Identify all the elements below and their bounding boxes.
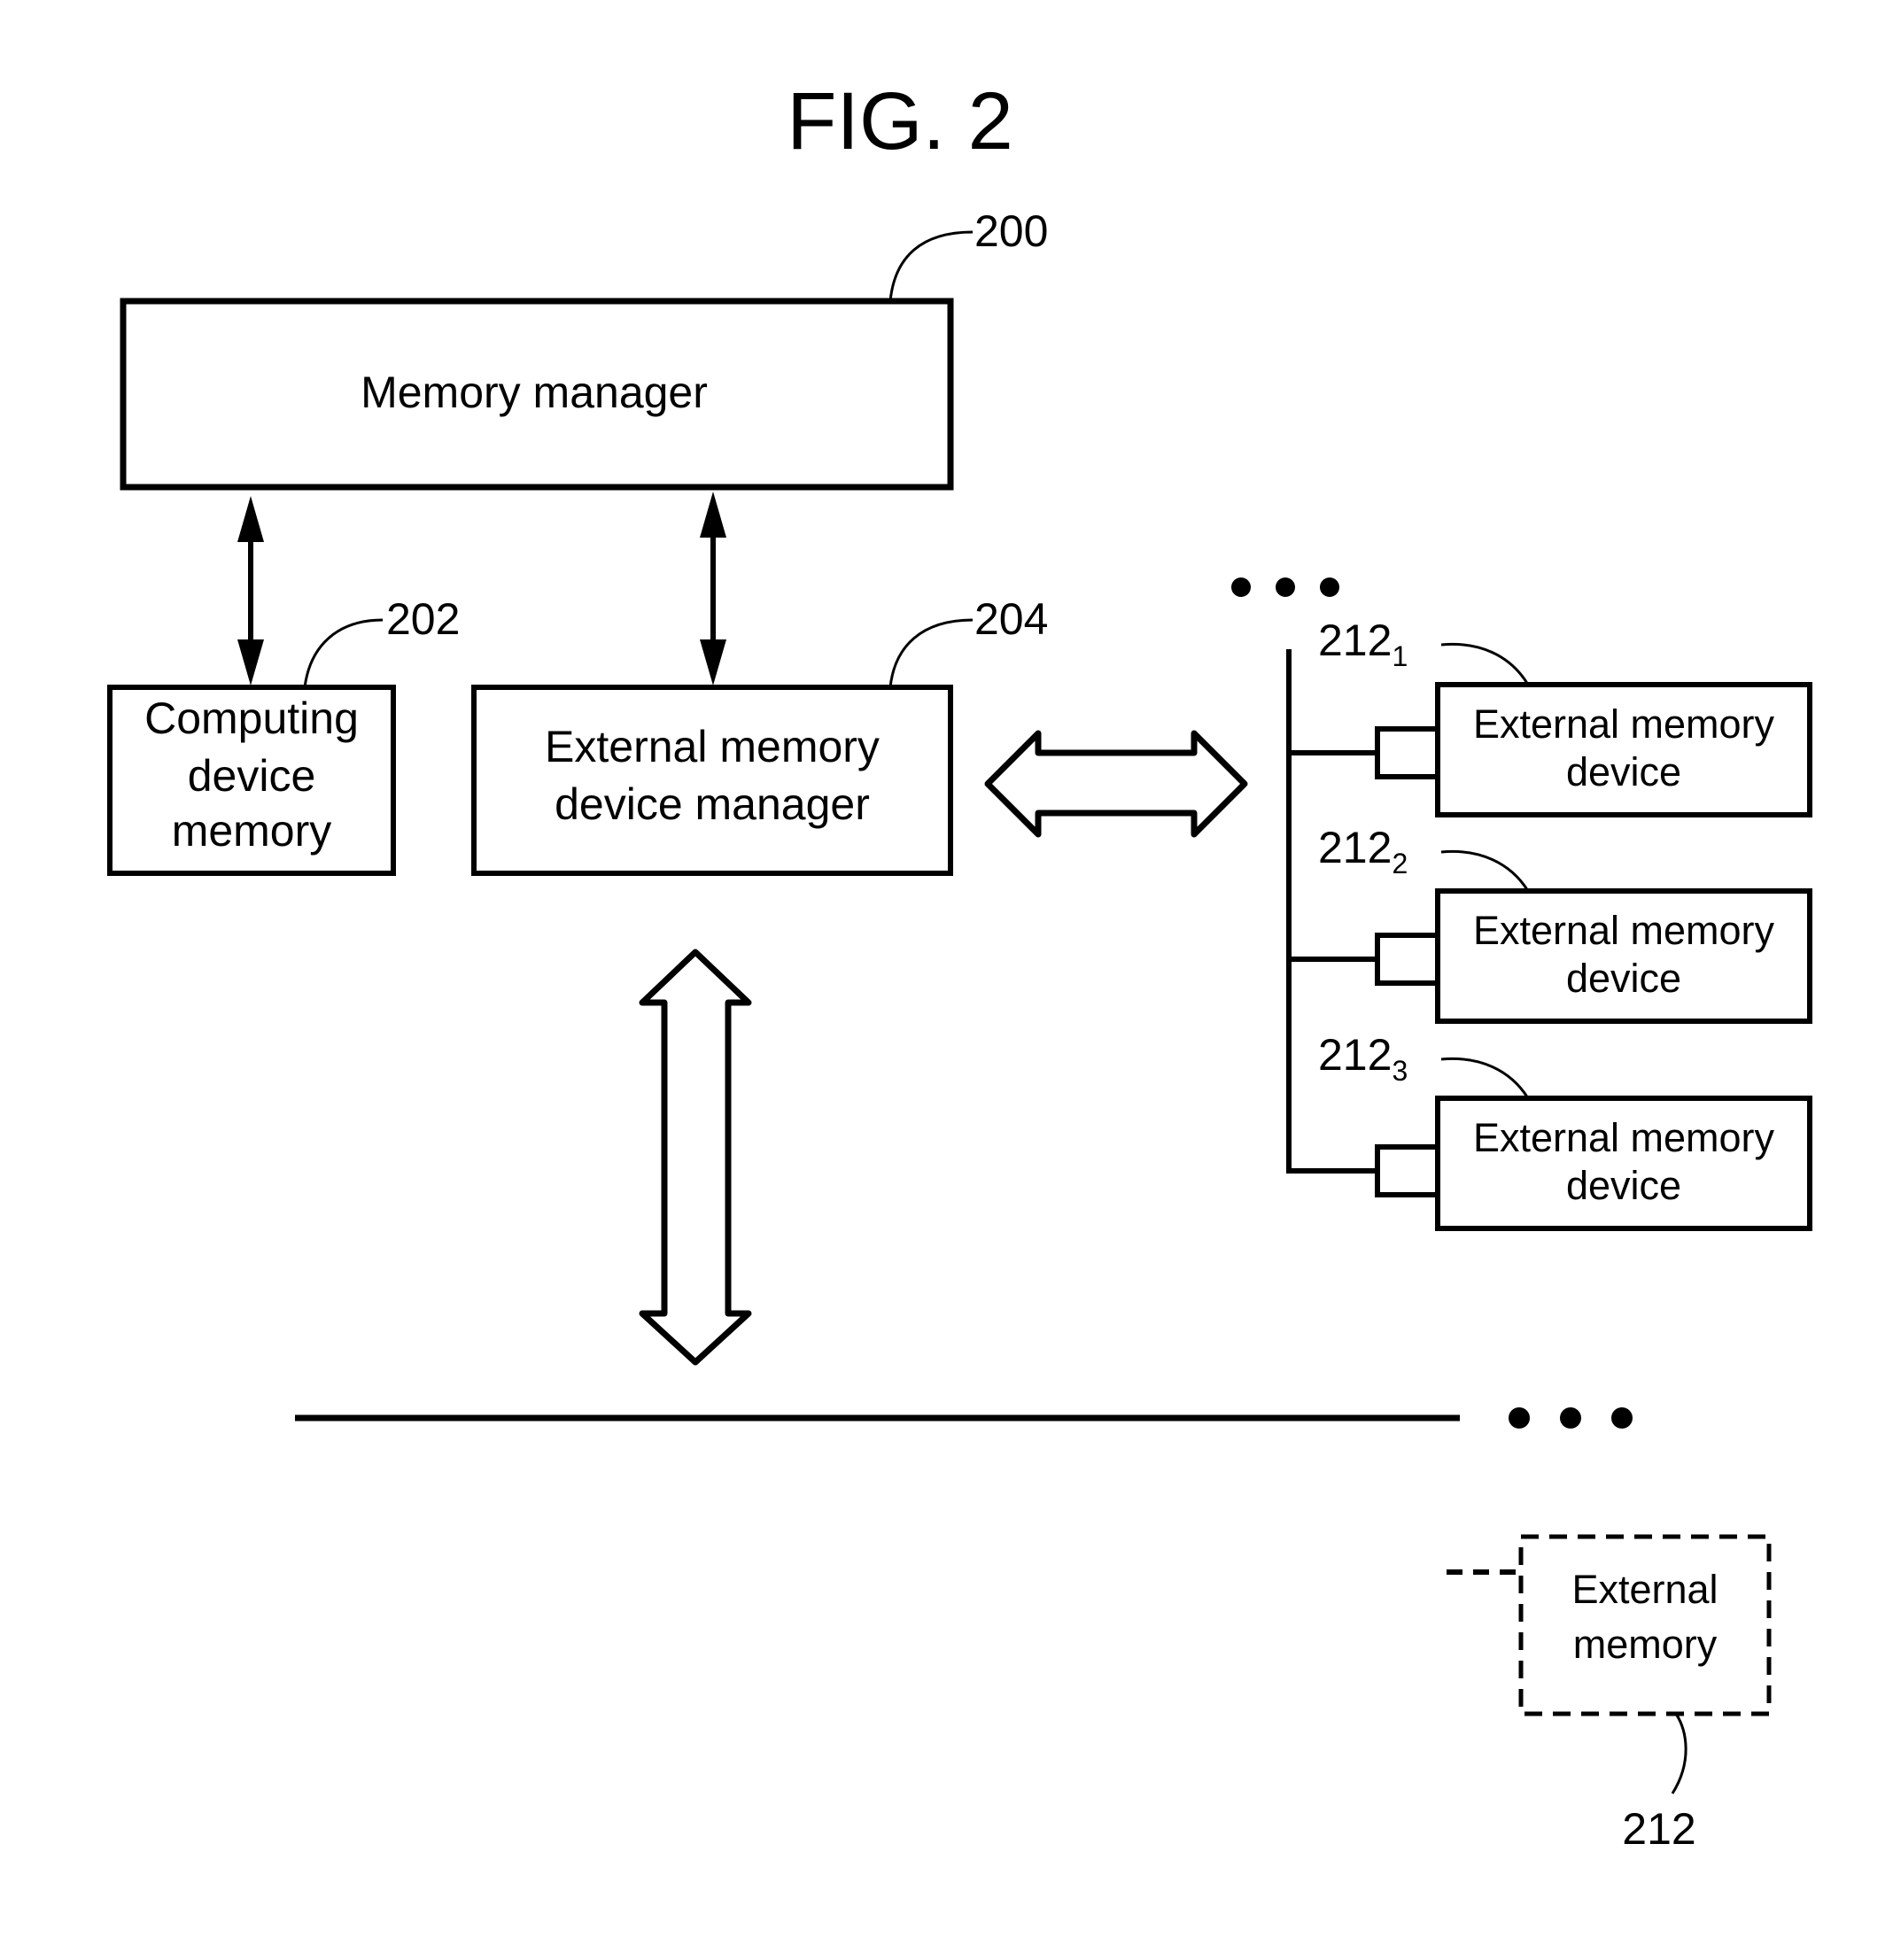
leader-line-204: [888, 618, 974, 688]
emd3-line-1: External memory: [1473, 1115, 1775, 1160]
computing-line-2: device: [188, 751, 316, 801]
external-memory-line-2: memory: [1573, 1622, 1718, 1667]
ref-212-3: 2123: [1318, 1030, 1408, 1087]
figure-title: FIG. 2: [787, 76, 1013, 167]
leader-line-212: [1671, 1713, 1687, 1794]
leader-line-202: [303, 618, 384, 688]
computing-device-memory-node: Computing device memory 202: [107, 594, 460, 876]
block-arrow-vertical: [639, 949, 752, 1366]
leader-line-212-1: [1440, 642, 1530, 686]
memory-manager-label: Memory manager: [361, 368, 708, 417]
emdm-line-1: External memory: [545, 722, 880, 771]
external-memory-line-1: External: [1571, 1567, 1718, 1612]
memory-manager-node: Memory manager 200: [120, 206, 1048, 491]
external-memory-device-2: External memory device 2122: [1289, 823, 1812, 1024]
emdm-line-2: device manager: [555, 779, 870, 829]
arrow-mm-emdm: [700, 492, 726, 686]
emd2-line-2: device: [1566, 956, 1681, 1001]
leader-line-212-2: [1440, 849, 1530, 892]
computing-line-1: Computing: [144, 693, 359, 743]
external-memory-device-1: External memory device 2121: [1289, 616, 1812, 817]
emd1-line-2: device: [1566, 749, 1681, 794]
block-arrow-horizontal: [984, 730, 1248, 838]
ellipsis-top: [1231, 577, 1339, 597]
ref-212: 212: [1622, 1804, 1695, 1854]
external-memory-device-3: External memory device 2123: [1289, 1030, 1812, 1231]
ellipsis-bottom: [1509, 1407, 1633, 1429]
emd1-line-1: External memory: [1473, 701, 1775, 747]
ref-212-2: 2122: [1318, 823, 1408, 879]
arrow-mm-computing: [237, 496, 264, 686]
ref-204: 204: [974, 594, 1048, 644]
emdm-node: External memory device manager 204: [471, 594, 1048, 876]
leader-line-212-3: [1440, 1057, 1530, 1099]
diagram-canvas: FIG. 2 Memory manager 200 Computing devi…: [107, 76, 1812, 1854]
leader-line-200: [888, 230, 974, 302]
external-memory-optional-node: External memory 212: [1518, 1534, 1772, 1854]
emd2-line-1: External memory: [1473, 908, 1775, 953]
ref-202: 202: [386, 594, 460, 644]
emd3-line-2: device: [1566, 1163, 1681, 1208]
computing-line-3: memory: [172, 806, 332, 856]
ref-200: 200: [974, 206, 1048, 256]
ref-212-1: 2121: [1318, 616, 1408, 672]
